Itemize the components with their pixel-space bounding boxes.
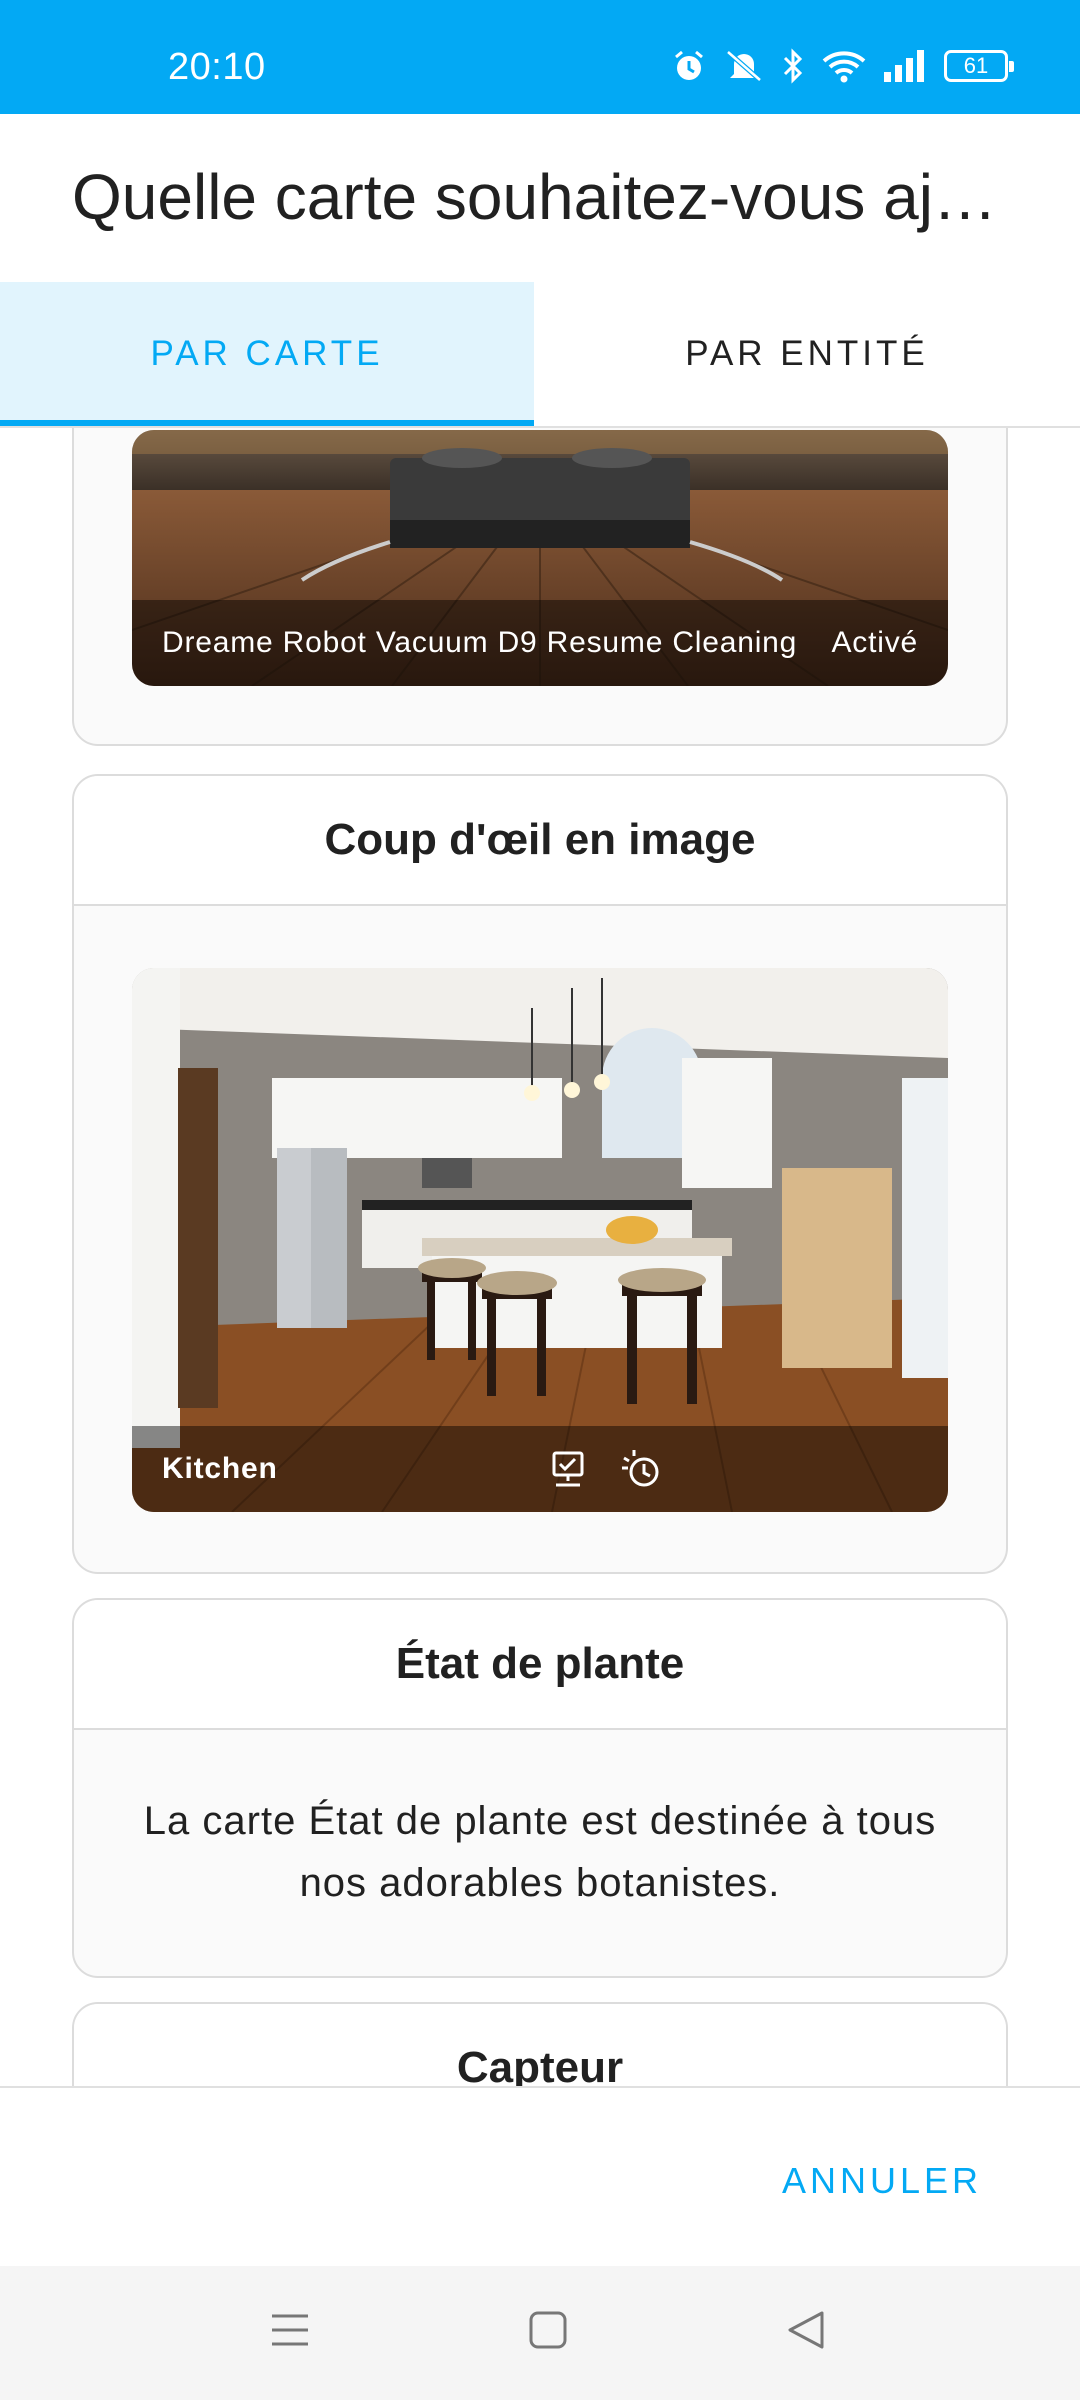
card-picture-entity[interactable]: Dreame Robot Vacuum D9 Resume Cleaning A… xyxy=(72,428,1008,746)
back-icon[interactable] xyxy=(786,2310,826,2350)
card-description: La carte État de plante est destinée à t… xyxy=(143,1799,937,1905)
home-icon[interactable] xyxy=(528,2310,568,2350)
status-icons: 61 xyxy=(672,48,1014,84)
bluetooth-icon xyxy=(783,48,803,84)
wifi-icon xyxy=(822,51,866,83)
dialog-footer: ANNULER xyxy=(0,2086,1080,2266)
card-list[interactable]: Dreame Robot Vacuum D9 Resume Cleaning A… xyxy=(0,428,1080,2086)
tab-par-carte[interactable]: PAR CARTE xyxy=(0,282,534,426)
menu-icon[interactable] xyxy=(270,2310,310,2350)
mute-icon xyxy=(726,50,762,82)
card-plant-status[interactable]: État de plante La carte État de plante e… xyxy=(72,1598,1008,1978)
status-bar: 20:10 61 xyxy=(0,0,1080,114)
alarm-icon xyxy=(675,50,703,80)
tab-bar: PAR CARTE PAR ENTITÉ xyxy=(0,282,1080,428)
vacuum-image: Dreame Robot Vacuum D9 Resume Cleaning A… xyxy=(132,430,948,686)
card-title: Capteur xyxy=(74,2004,1006,2086)
battery-icon: 61 xyxy=(944,50,1014,82)
dialog-title: Quelle carte souhaitez-vous aj… xyxy=(72,161,997,233)
signal-icon xyxy=(884,50,924,82)
system-nav-bar xyxy=(0,2266,1080,2400)
glance-overlay: Kitchen xyxy=(132,1426,948,1512)
monitor-check-icon[interactable] xyxy=(548,1449,588,1489)
card-picture-glance[interactable]: Coup d'œil en image Kitchen xyxy=(72,774,1008,1574)
status-time: 20:10 xyxy=(168,46,266,88)
card-title: Coup d'œil en image xyxy=(74,776,1006,906)
tab-par-entite[interactable]: PAR ENTITÉ xyxy=(534,282,1080,426)
cancel-button[interactable]: ANNULER xyxy=(782,2160,982,2202)
area-name: Kitchen xyxy=(162,1452,278,1485)
entity-state: Activé xyxy=(831,626,918,659)
vacuum-overlay: Dreame Robot Vacuum D9 Resume Cleaning A… xyxy=(132,600,948,686)
robot-timer-icon[interactable] xyxy=(620,1448,662,1490)
card-sensor[interactable]: Capteur xyxy=(72,2002,1008,2086)
card-title: État de plante xyxy=(74,1600,1006,1730)
entity-name: Dreame Robot Vacuum D9 Resume Cleaning xyxy=(162,626,798,659)
kitchen-image: Kitchen xyxy=(132,968,948,1512)
